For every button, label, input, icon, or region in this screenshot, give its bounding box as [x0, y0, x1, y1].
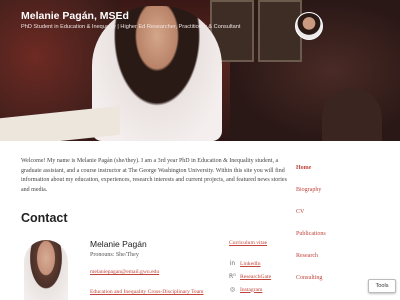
cv-link[interactable]: Curriculum vitae: [229, 240, 267, 246]
nav-item-consulting[interactable]: Consulting: [296, 275, 322, 281]
profile-photo: [24, 240, 68, 300]
linkedin-link[interactable]: in LinkedIn: [229, 259, 261, 268]
instagram-label: Instagram: [240, 286, 263, 293]
contact-name: Melanie Pagán: [90, 239, 147, 249]
banner-photo-background-person: [322, 88, 382, 141]
header-avatar[interactable]: [295, 12, 323, 40]
researchgate-icon: Rᴳ: [228, 273, 237, 280]
nav-item-biography[interactable]: Biography: [296, 187, 321, 193]
instagram-icon: ◎: [229, 286, 236, 293]
contact-pronouns: Pronouns: She/They: [90, 252, 139, 258]
linkedin-icon: in: [229, 260, 236, 267]
tools-button[interactable]: Tools: [368, 279, 396, 293]
site-tagline: PhD Student in Education & Inequality | …: [21, 24, 241, 30]
researchgate-label: ResearchGate: [240, 273, 272, 280]
instagram-link[interactable]: ◎ Instagram: [229, 285, 263, 294]
contact-heading: Contact: [21, 211, 68, 225]
linkedin-label: LinkedIn: [240, 260, 261, 267]
nav-item-home[interactable]: Home: [296, 165, 311, 171]
intro-paragraph: Welcome! My name is Melanie Pagán (she/t…: [21, 158, 287, 193]
nav-item-cv[interactable]: CV: [296, 209, 304, 215]
site-title[interactable]: Melanie Pagán, MSEd: [21, 10, 129, 22]
researchgate-link[interactable]: Rᴳ ResearchGate: [229, 272, 271, 281]
nav-item-publications[interactable]: Publications: [296, 231, 326, 237]
team-link[interactable]: Education and Inequality Cross-Disciplin…: [90, 289, 204, 295]
nav-item-research[interactable]: Research: [296, 253, 318, 259]
contact-email-link[interactable]: melaniepagan@email.gwu.edu: [90, 269, 159, 275]
